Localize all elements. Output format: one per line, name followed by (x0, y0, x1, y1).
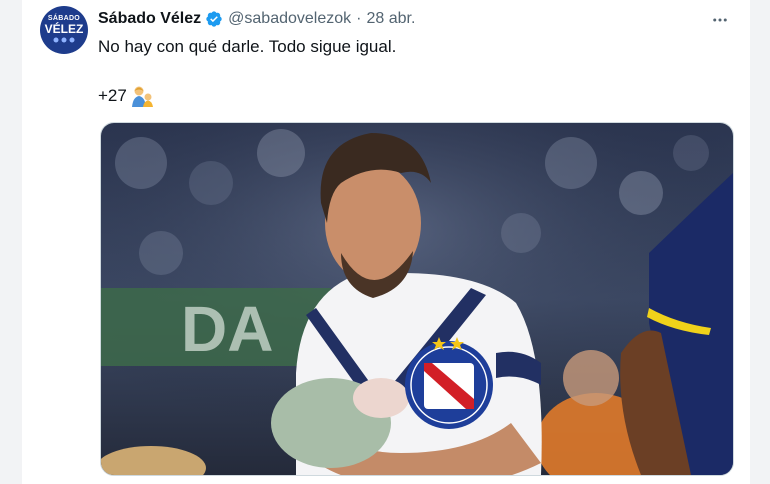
display-name[interactable]: Sábado Vélez (98, 10, 201, 28)
handle[interactable]: @sabadovelezok (228, 10, 351, 28)
tweet-text-line-2: +27 (98, 85, 155, 107)
separator-dot: · (356, 10, 362, 27)
tweet-count-text: +27 (98, 86, 127, 105)
verified-badge-icon (206, 11, 222, 27)
tweet-text-line-1: No hay con qué darle. Todo sigue igual. (98, 37, 397, 56)
tweet-header: Sábado Vélez @sabadovelezok · 28 abr. (98, 8, 415, 30)
tweet-date[interactable]: 28 abr. (366, 10, 415, 28)
photo-scene: DA (101, 123, 733, 475)
page: SÁBADO VÉLEZ Sábado Vélez @sabadovelezok… (0, 0, 770, 484)
tweet-card[interactable]: SÁBADO VÉLEZ Sábado Vélez @sabadovelezok… (22, 0, 750, 484)
tweet-media-photo[interactable]: DA (100, 122, 734, 476)
father-child-emoji-icon (131, 86, 153, 107)
banner-text: DA (181, 293, 273, 365)
avatar[interactable]: SÁBADO VÉLEZ (40, 6, 88, 54)
avatar-figures-icon (53, 37, 75, 43)
avatar-text-main: VÉLEZ (44, 22, 84, 36)
more-options-icon[interactable] (710, 10, 730, 30)
